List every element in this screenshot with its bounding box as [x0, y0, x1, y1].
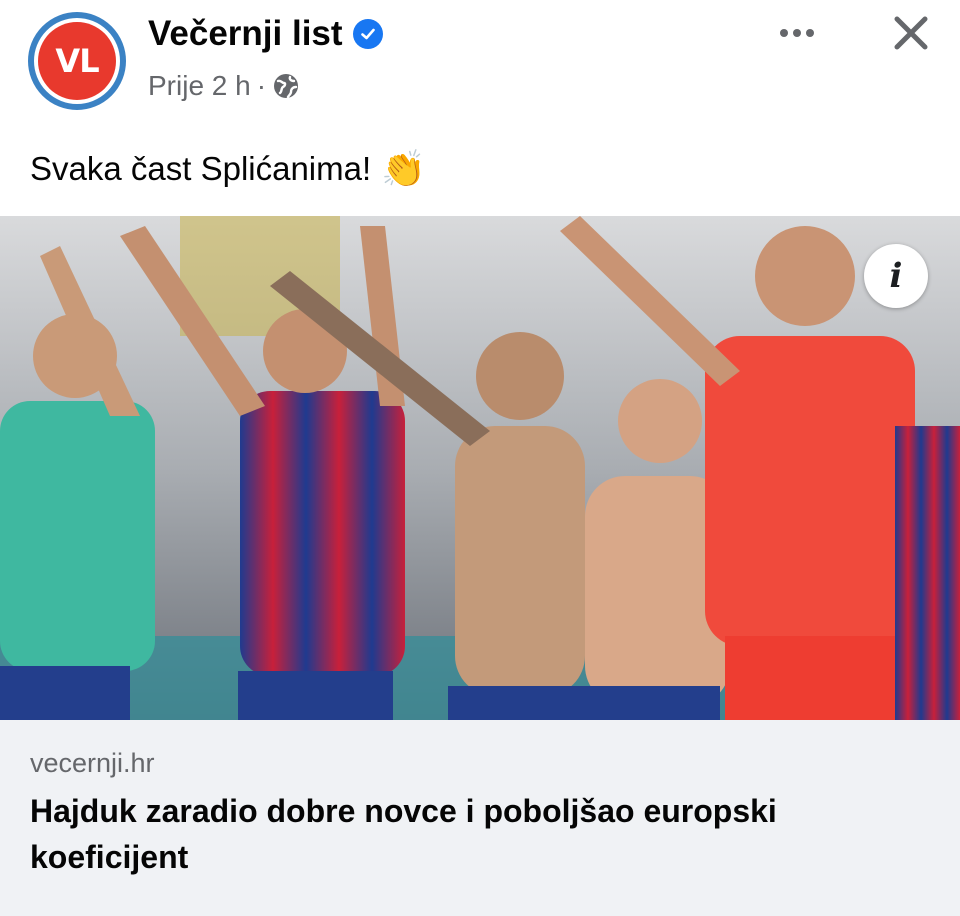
- link-headline[interactable]: Hajduk zaradio dobre novce i poboljšao e…: [30, 788, 910, 880]
- globe-icon[interactable]: [272, 72, 300, 100]
- post-timestamp[interactable]: Prije 2 h: [148, 70, 251, 102]
- dot-icon: [793, 29, 801, 37]
- post-meta: Prije 2 h ·: [148, 70, 300, 102]
- clapping-hands-emoji: 👏: [381, 148, 426, 189]
- post-caption: Svaka čast Splićanima!: [30, 150, 372, 187]
- page-name[interactable]: Večernji list: [148, 14, 343, 54]
- link-domain: vecernji.hr: [30, 748, 155, 778]
- close-icon: [894, 16, 928, 50]
- dot-icon: [806, 29, 814, 37]
- page-avatar[interactable]: VL: [28, 12, 126, 110]
- close-button[interactable]: [886, 8, 936, 58]
- meta-separator: ·: [256, 70, 267, 101]
- post-text: Svaka čast Splićanima! 👏: [30, 148, 426, 190]
- more-options-button[interactable]: [772, 18, 822, 48]
- info-button[interactable]: i: [864, 244, 928, 308]
- page-name-row: Večernji list: [148, 14, 383, 54]
- verified-badge-icon: [352, 19, 383, 49]
- post-photo[interactable]: [0, 216, 960, 720]
- football-team-celebrating-photo: [0, 216, 960, 720]
- post-header: VL Večernji list Prije 2 h ·: [0, 0, 960, 130]
- avatar-logo: VL: [38, 22, 116, 100]
- link-preview[interactable]: vecernji.hr Hajduk zaradio dobre novce i…: [0, 720, 960, 916]
- dot-icon: [780, 29, 788, 37]
